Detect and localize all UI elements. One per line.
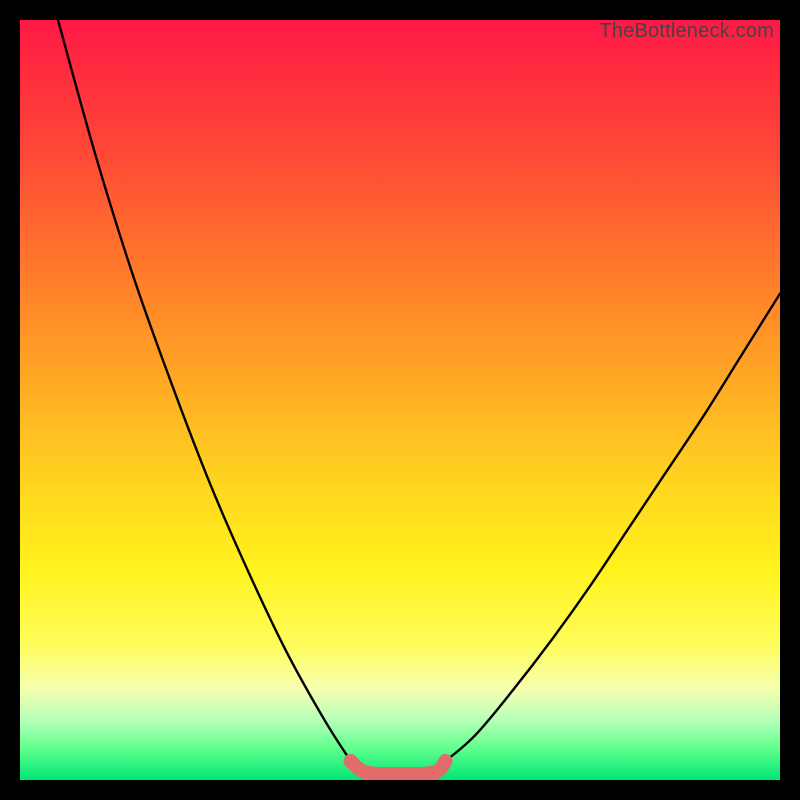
curve-left — [58, 20, 351, 761]
trough-highlight — [351, 761, 446, 774]
curve-right — [446, 294, 780, 761]
chart-frame: TheBottleneck.com — [0, 0, 800, 800]
chart-svg — [20, 20, 780, 780]
chart-plot-area: TheBottleneck.com — [20, 20, 780, 780]
